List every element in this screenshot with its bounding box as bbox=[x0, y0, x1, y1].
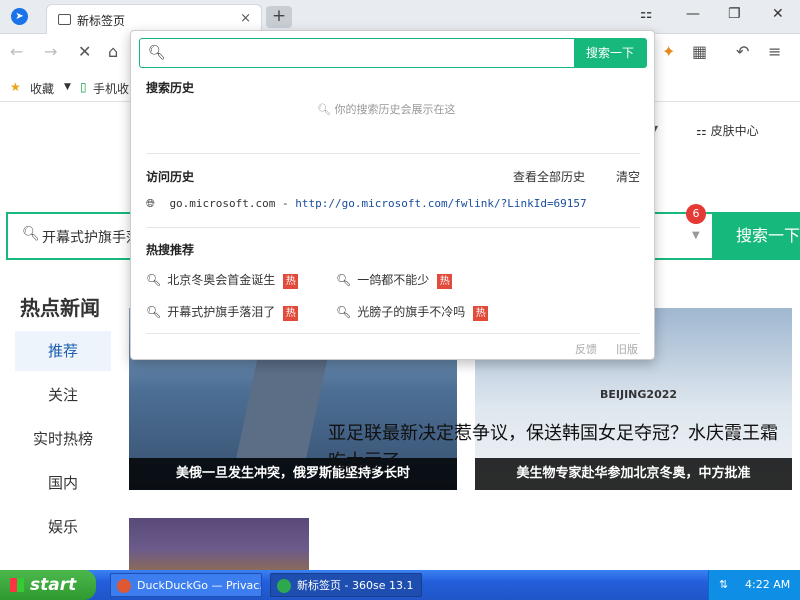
tab-title: 新标签页 bbox=[77, 14, 126, 28]
bookmark-favorites[interactable]: 收藏 bbox=[30, 80, 54, 97]
taskbar-item-label: DuckDuckGo — Privac... bbox=[137, 579, 262, 592]
search-history-empty: 🔍︎ 你的搜索历史会展示在这 bbox=[317, 101, 455, 117]
visit-url: http://go.microsoft.com/fwlink/?LinkId=6… bbox=[295, 197, 587, 210]
shirt-icon: ⚏ bbox=[696, 124, 711, 138]
system-tray: ⇅ 4:22 AM bbox=[708, 570, 800, 600]
search-icon: 🔍︎ bbox=[22, 226, 40, 242]
news-thumbnail[interactable] bbox=[129, 518, 309, 570]
home-icon[interactable]: ⌂ bbox=[108, 42, 118, 61]
visit-site: go.microsoft.com bbox=[169, 197, 276, 210]
dropdown-search-input[interactable] bbox=[168, 43, 568, 63]
windows-flag-icon bbox=[10, 578, 24, 592]
chevron-down-icon[interactable]: ▼ bbox=[64, 82, 71, 92]
back-icon[interactable]: ← bbox=[10, 42, 23, 61]
start-button[interactable]: start bbox=[0, 570, 96, 600]
dropdown-search-field[interactable]: 🔍︎ 搜索一下 bbox=[139, 38, 647, 68]
hot-search-text: 一鸽都不能少 bbox=[357, 273, 430, 287]
network-icon[interactable]: ⇅ bbox=[719, 570, 728, 600]
search-icon: 🔍︎ bbox=[336, 305, 352, 319]
search-icon: 🔍︎ bbox=[148, 45, 166, 61]
search-icon: 🔍︎ bbox=[146, 273, 162, 287]
view-all-history-link[interactable]: 查看全部历史 bbox=[513, 168, 585, 185]
visit-history-item[interactable]: 🌐︎ go.microsoft.com - http://go.microsof… bbox=[146, 197, 587, 211]
hot-search-item[interactable]: 🔍︎ 开幕式护旗手落泪了热 bbox=[146, 303, 299, 321]
extension-icon[interactable]: ✦ bbox=[662, 42, 675, 61]
hot-tag: 热 bbox=[283, 274, 299, 289]
windows-taskbar: start DuckDuckGo — Privac... 新标签页 - 360s… bbox=[0, 570, 800, 600]
search-icon: 🔍︎ bbox=[336, 273, 352, 287]
dropdown-search-button[interactable]: 搜索一下 bbox=[574, 39, 646, 67]
main-search-text[interactable]: 开幕式护旗手落 bbox=[42, 227, 140, 247]
phone-icon: ▯ bbox=[80, 80, 87, 94]
hot-search-text: 北京冬奥会首金诞生 bbox=[167, 273, 276, 287]
hot-tag: 热 bbox=[473, 306, 489, 321]
old-version-link[interactable]: 旧版 bbox=[616, 341, 638, 357]
tab-close-icon[interactable]: × bbox=[240, 11, 251, 26]
new-tab-button[interactable]: + bbox=[266, 6, 292, 28]
undo-icon[interactable]: ↶ bbox=[736, 42, 749, 61]
tab-page-icon bbox=[58, 14, 71, 25]
menu-icon[interactable]: ≡ bbox=[768, 42, 781, 61]
nav-item-domestic[interactable]: 国内 bbox=[15, 463, 111, 503]
news-sidebar: 热点新闻 推荐 关注 实时热榜 国内 娱乐 bbox=[10, 292, 120, 547]
history-empty-text: 你的搜索历史会展示在这 bbox=[334, 103, 456, 116]
nav-item-follow[interactable]: 关注 bbox=[15, 375, 111, 415]
nav-item-hot[interactable]: 实时热榜 bbox=[15, 419, 111, 459]
taskbar-item-360se[interactable]: 新标签页 - 360se 13.1 bbox=[270, 573, 422, 597]
start-label: start bbox=[30, 575, 77, 595]
clear-history-link[interactable]: 清空 bbox=[616, 168, 640, 185]
notification-badge: 6 bbox=[686, 204, 706, 224]
hot-search-title: 热搜推荐 bbox=[146, 243, 195, 257]
feedback-link[interactable]: 反馈 bbox=[575, 341, 597, 357]
visit-separator: - bbox=[275, 197, 296, 210]
duckduckgo-icon bbox=[117, 579, 131, 593]
hot-search-text: 光膀子的旗手不冷吗 bbox=[357, 305, 466, 319]
browser-logo-icon[interactable]: ➤ bbox=[11, 8, 28, 25]
divider bbox=[146, 153, 640, 154]
taskbar-item-label: 新标签页 - 360se 13.1 bbox=[297, 579, 414, 592]
hot-search-item[interactable]: 🔍︎ 光膀子的旗手不冷吗热 bbox=[336, 303, 489, 321]
beijing-2022-logo: BEIJING2022 bbox=[600, 388, 678, 401]
globe-icon: 🌐︎ bbox=[146, 197, 155, 210]
search-icon: 🔍︎ bbox=[317, 103, 335, 116]
stop-icon[interactable]: ✕ bbox=[78, 42, 91, 61]
star-icon: ★ bbox=[10, 80, 21, 94]
visit-history-title: 访问历史 bbox=[146, 170, 195, 184]
news-headline[interactable]: 亚足联最新决定惹争议，保送韩国女足夺冠？水庆霞王霜吃大亏了 bbox=[328, 420, 788, 476]
apps-grid-icon[interactable]: ▦ bbox=[692, 42, 707, 61]
close-window-icon[interactable]: ✕ bbox=[772, 6, 784, 22]
taskbar-item-duckduckgo[interactable]: DuckDuckGo — Privac... bbox=[110, 573, 262, 597]
nav-item-recommend[interactable]: 推荐 bbox=[15, 331, 111, 371]
hot-tag: 热 bbox=[283, 306, 299, 321]
hot-search-item[interactable]: 🔍︎ 一鸽都不能少热 bbox=[336, 271, 453, 289]
nav-item-entertainment[interactable]: 娱乐 bbox=[15, 507, 111, 547]
news-title: 热点新闻 bbox=[20, 296, 100, 320]
dropdown-arrow-icon[interactable]: ▼ bbox=[692, 230, 700, 241]
skin-center-label: 皮肤中心 bbox=[710, 124, 759, 138]
skin-center-link[interactable]: ⚏ 皮肤中心 bbox=[696, 122, 759, 139]
main-search-button[interactable]: 搜索一下 bbox=[712, 212, 800, 260]
tab-bar: ➤ 新标签页 × + ⚏ — ❐ ✕ bbox=[0, 0, 800, 34]
360se-icon bbox=[277, 579, 291, 593]
bookmark-mobile[interactable]: 手机收 bbox=[93, 80, 129, 97]
hot-search-item[interactable]: 🔍︎ 北京冬奥会首金诞生热 bbox=[146, 271, 299, 289]
hot-search-text: 开幕式护旗手落泪了 bbox=[167, 305, 276, 319]
restore-icon[interactable]: ❐ bbox=[728, 6, 741, 22]
search-suggestion-dropdown: 🔍︎ 搜索一下 搜索历史 🔍︎ 你的搜索历史会展示在这 访问历史 查看全部历史 … bbox=[130, 30, 655, 360]
clock[interactable]: 4:22 AM bbox=[745, 578, 790, 591]
hot-tag: 热 bbox=[437, 274, 453, 289]
search-history-title: 搜索历史 bbox=[146, 81, 195, 95]
minimize-icon[interactable]: — bbox=[686, 6, 700, 22]
forward-icon[interactable]: → bbox=[44, 42, 57, 61]
divider bbox=[146, 227, 640, 228]
divider bbox=[146, 333, 640, 334]
search-icon: 🔍︎ bbox=[146, 305, 162, 319]
skin-shirt-icon[interactable]: ⚏ bbox=[640, 6, 653, 22]
